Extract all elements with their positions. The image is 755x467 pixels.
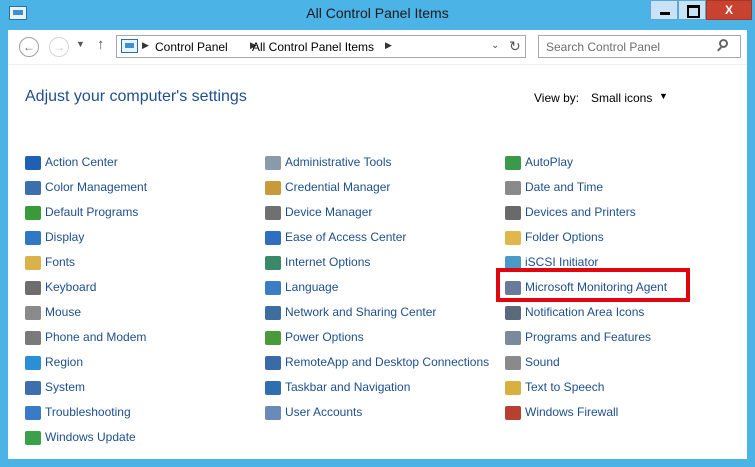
window-title: All Control Panel Items xyxy=(306,5,449,21)
device-manager-icon xyxy=(265,206,281,220)
user-accounts-icon xyxy=(265,406,281,420)
search-input[interactable] xyxy=(538,35,741,58)
control-panel-item-label: Keyboard xyxy=(45,280,97,294)
clock-icon xyxy=(505,181,521,195)
control-panel-item-label: Troubleshooting xyxy=(45,405,131,419)
network-icon xyxy=(265,306,281,320)
control-panel-item-label: Language xyxy=(285,280,339,294)
minimize-button[interactable] xyxy=(650,0,678,20)
view-by-dropdown[interactable]: Small icons xyxy=(591,91,652,105)
control-panel-item-label: Administrative Tools xyxy=(285,155,392,169)
notification-icon xyxy=(505,306,521,320)
breadcrumb-separator-icon[interactable]: ▶ xyxy=(142,40,149,51)
address-bar[interactable]: ▶ Control Panel ▶ All Control Panel Item… xyxy=(116,35,526,58)
highlight-box xyxy=(496,268,690,302)
content-area: ← → ▼ ↑ ▶ Control Panel ▶ All Control Pa… xyxy=(8,30,747,459)
globe-icon xyxy=(25,356,41,370)
control-panel-item-label: Notification Area Icons xyxy=(525,305,645,319)
control-panel-window: All Control Panel Items X ← → ▼ ↑ ▶ Cont… xyxy=(0,0,755,467)
view-by-label: View by: xyxy=(534,91,580,105)
control-panel-item-label: Internet Options xyxy=(285,255,371,269)
control-panel-item-label: Taskbar and Navigation xyxy=(285,380,411,394)
printer-icon xyxy=(505,206,521,220)
control-panel-address-icon xyxy=(121,39,138,53)
control-panel-item-label: Device Manager xyxy=(285,205,373,219)
control-panel-item-label: Credential Manager xyxy=(285,180,391,194)
control-panel-item-label: Network and Sharing Center xyxy=(285,305,437,319)
folder-icon xyxy=(505,231,521,245)
ease-of-access-icon xyxy=(265,231,281,245)
search-icon[interactable] xyxy=(719,39,728,48)
control-panel-item-label: System xyxy=(45,380,86,394)
page-title: Adjust your computer's settings xyxy=(25,88,247,105)
display-icon xyxy=(25,231,41,245)
control-panel-item-label: Sound xyxy=(525,355,560,369)
default-programs-icon xyxy=(25,206,41,220)
control-panel-item-label: Devices and Printers xyxy=(525,205,636,219)
mouse-icon xyxy=(25,306,41,320)
control-panel-item-label: Folder Options xyxy=(525,230,604,244)
control-panel-item-label: User Accounts xyxy=(285,405,363,419)
recent-locations-icon[interactable]: ▼ xyxy=(76,39,85,49)
fonts-folder-icon xyxy=(25,256,41,270)
control-panel-item-label: Action Center xyxy=(45,155,118,169)
power-icon xyxy=(265,331,281,345)
programs-features-icon xyxy=(505,331,521,345)
breadcrumb-separator-icon[interactable]: ▶ xyxy=(385,40,392,51)
back-button[interactable]: ← xyxy=(19,37,39,57)
forward-button[interactable]: → xyxy=(49,37,69,57)
system-icon xyxy=(25,381,41,395)
refresh-icon[interactable]: ↻ xyxy=(509,38,521,55)
maximize-button[interactable] xyxy=(678,0,706,20)
autoplay-icon xyxy=(505,156,521,170)
view-by-chevron-down-icon[interactable]: ▼ xyxy=(659,91,668,101)
internet-options-icon xyxy=(265,256,281,270)
troubleshooting-icon xyxy=(25,406,41,420)
control-panel-item-label: Power Options xyxy=(285,330,364,344)
taskbar-icon xyxy=(265,381,281,395)
monitor-color-icon xyxy=(25,181,41,195)
control-panel-item-label: Display xyxy=(45,230,85,244)
firewall-icon xyxy=(505,406,521,420)
control-panel-item-label: Windows Update xyxy=(45,430,136,444)
control-panel-item-label: Color Management xyxy=(45,180,148,194)
speaker-icon xyxy=(505,356,521,370)
remoteapp-icon xyxy=(265,356,281,370)
phone-icon xyxy=(25,331,41,345)
keyboard-icon xyxy=(25,281,41,295)
breadcrumb-all-items[interactable]: All Control Panel Items xyxy=(252,40,374,54)
control-panel-item-label: RemoteApp and Desktop Connections xyxy=(285,355,490,369)
navigation-bar: ← → ▼ ↑ ▶ Control Panel ▶ All Control Pa… xyxy=(8,30,747,65)
up-button[interactable]: ↑ xyxy=(97,36,105,53)
windows-update-icon xyxy=(25,431,41,445)
control-panel-item-label: Default Programs xyxy=(45,205,139,219)
control-panel-item-label: Fonts xyxy=(45,255,76,269)
control-panel-item-label: Date and Time xyxy=(525,180,604,194)
control-panel-item-label: iSCSI Initiator xyxy=(525,255,599,269)
control-panel-item-label: Windows Firewall xyxy=(525,405,619,419)
control-panel-item-label: AutoPlay xyxy=(525,155,574,169)
control-panel-item-label: Mouse xyxy=(45,305,82,319)
breadcrumb-control-panel[interactable]: Control Panel xyxy=(155,40,228,54)
address-dropdown-icon[interactable]: ⌄ xyxy=(491,40,499,51)
close-button[interactable]: X xyxy=(706,0,752,20)
flag-icon xyxy=(25,156,41,170)
control-panel-item-label: Programs and Features xyxy=(525,330,652,344)
control-panel-item-label: Text to Speech xyxy=(525,380,605,394)
control-panel-item-label: Region xyxy=(45,355,84,369)
control-panel-item-label: Ease of Access Center xyxy=(285,230,407,244)
text-to-speech-icon xyxy=(505,381,521,395)
credential-icon xyxy=(265,181,281,195)
control-panel-item-label: Phone and Modem xyxy=(45,330,147,344)
language-icon xyxy=(265,281,281,295)
admin-tools-icon xyxy=(265,156,281,170)
title-bar: All Control Panel Items X xyxy=(0,0,755,30)
